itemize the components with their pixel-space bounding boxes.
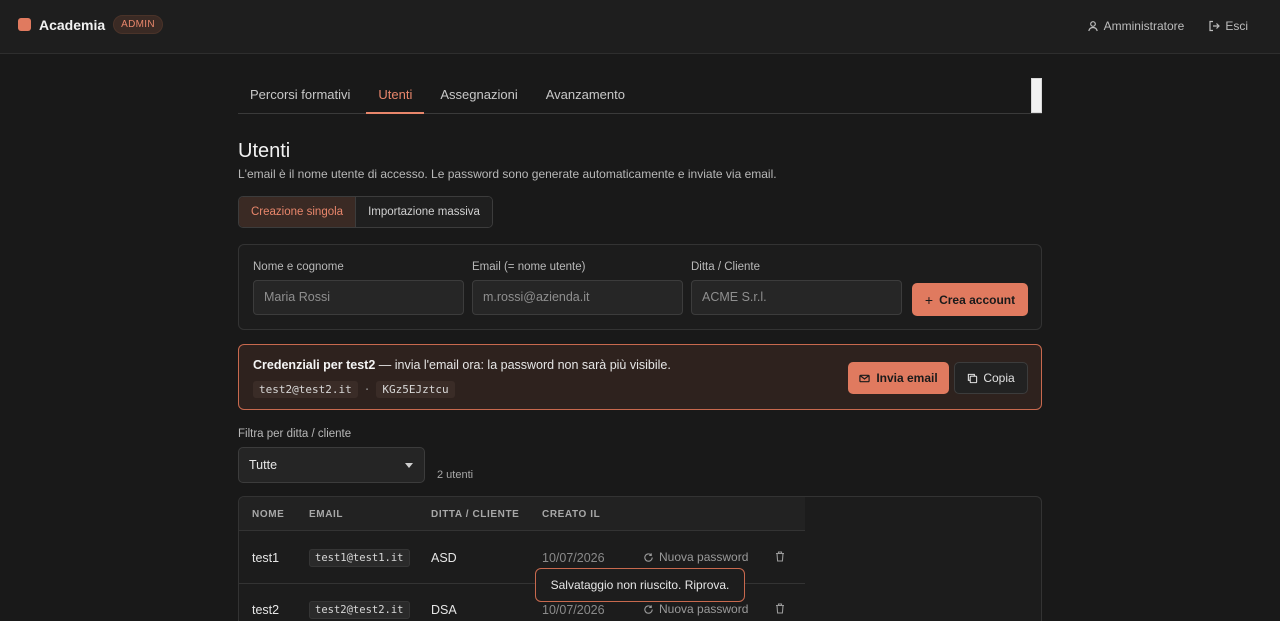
top-bar: Academia ADMIN Amministratore Esci — [0, 0, 1280, 54]
page-title: Utenti — [238, 140, 291, 162]
credentials-banner: Credenziali per test2 — invia l'email or… — [238, 344, 1042, 410]
email-label: Email (= nome utente) — [472, 261, 586, 273]
delete-user-button[interactable] — [775, 551, 785, 565]
brand-name: Academia — [39, 16, 106, 33]
reset-password-button[interactable]: Nuova password — [643, 602, 748, 616]
column-header-name: NOME — [252, 509, 285, 520]
company-input[interactable]: ACME S.r.l. — [691, 280, 902, 315]
company-field-group: Ditta / Cliente ACME S.r.l. — [691, 261, 902, 315]
trash-icon — [776, 551, 784, 562]
logout-icon — [1209, 20, 1221, 32]
user-name: test1 — [252, 551, 280, 565]
user-company: DSA — [431, 603, 457, 617]
section-tabs: Percorsi formativi Utenti Assegnazioni A… — [238, 77, 1042, 114]
credentials-message: Credenziali per test2 — invia l'email or… — [253, 358, 671, 372]
credentials-values: test2@test2.it · KGz5EJztcu — [253, 381, 455, 398]
credentials-separator: · — [363, 383, 371, 396]
create-account-label: Crea account — [939, 292, 1016, 307]
mail-icon — [859, 374, 870, 382]
tab-assegnazioni[interactable]: Assegnazioni — [428, 77, 529, 114]
email-field-group: Email (= nome utente) m.rossi@azienda.it — [472, 261, 683, 315]
plus-icon: + — [924, 291, 934, 308]
reset-password-label: Nuova password — [659, 602, 749, 616]
error-toast: Salvataggio non riuscito. Riprova. — [535, 568, 745, 602]
user-email-pill: test2@test2.it — [309, 601, 410, 619]
user-name: test2 — [252, 603, 280, 617]
mode-single-button[interactable]: Creazione singola — [239, 197, 357, 227]
name-input[interactable]: Maria Rossi — [253, 280, 464, 315]
table-header: NOME EMAIL DITTA / CLIENTE CREATO IL — [239, 497, 805, 531]
copy-label: Copia — [983, 371, 1015, 385]
user-created: 10/07/2026 — [542, 551, 605, 565]
company-filter-select[interactable]: Tutte — [238, 447, 425, 483]
delete-user-button[interactable] — [775, 603, 785, 617]
tab-avanzamento[interactable]: Avanzamento — [534, 77, 637, 114]
email-input[interactable]: m.rossi@azienda.it — [472, 280, 683, 315]
admin-badge: ADMIN — [113, 15, 163, 34]
credentials-email: test2@test2.it — [253, 381, 358, 398]
company-filter-value: Tutte — [249, 458, 278, 472]
logout-label: Esci — [1225, 19, 1248, 33]
credentials-title: Credenziali per test2 — [253, 358, 376, 372]
copy-button[interactable]: Copia — [954, 362, 1028, 394]
send-email-label: Invia email — [876, 371, 938, 385]
mode-toggle: Creazione singola Importazione massiva — [238, 196, 493, 228]
filter-label: Filtra per ditta / cliente — [238, 428, 352, 440]
brand[interactable]: Academia ADMIN — [18, 15, 163, 34]
brand-logo-icon — [18, 18, 31, 31]
account-label: Amministratore — [1103, 19, 1185, 33]
page-subtitle: L'email è il nome utente di accesso. Le … — [238, 167, 777, 181]
tab-percorsi-formativi[interactable]: Percorsi formativi — [238, 77, 362, 114]
credentials-note: — invia l'email ora: la password non sar… — [375, 358, 671, 372]
reset-password-label: Nuova password — [659, 550, 749, 564]
account-link[interactable]: Amministratore — [1087, 19, 1185, 33]
trash-icon — [776, 603, 784, 614]
scrollbar-handle[interactable] — [1031, 78, 1042, 113]
company-label: Ditta / Cliente — [691, 261, 761, 273]
users-table: NOME EMAIL DITTA / CLIENTE CREATO IL tes… — [238, 496, 1042, 621]
user-menu: Amministratore Esci — [1063, 19, 1248, 33]
column-header-company: DITTA / CLIENTE — [431, 509, 520, 520]
user-email-pill: test1@test1.it — [309, 549, 410, 567]
refresh-icon — [644, 552, 653, 562]
create-user-form: Nome e cognome Maria Rossi Email (= nome… — [238, 244, 1042, 330]
create-account-button[interactable]: + Crea account — [912, 283, 1028, 316]
user-icon — [1087, 21, 1098, 32]
user-count: 2 utenti — [437, 469, 474, 481]
user-company: ASD — [431, 551, 457, 565]
column-header-email: EMAIL — [309, 509, 344, 520]
refresh-icon — [644, 604, 653, 614]
user-email: test2@test2.it — [309, 601, 410, 619]
logout-link[interactable]: Esci — [1208, 19, 1248, 33]
reset-password-button[interactable]: Nuova password — [643, 550, 748, 564]
user-created: 10/07/2026 — [542, 603, 605, 617]
tab-utenti[interactable]: Utenti — [366, 77, 425, 114]
name-label: Nome e cognome — [253, 261, 344, 273]
send-email-button[interactable]: Invia email — [848, 362, 949, 394]
mode-bulk-button[interactable]: Importazione massiva — [356, 197, 492, 227]
chevron-down-icon — [405, 463, 413, 468]
credentials-password: KGz5EJztcu — [376, 381, 455, 398]
name-field-group: Nome e cognome Maria Rossi — [253, 261, 464, 315]
copy-icon — [968, 373, 978, 383]
user-email: test1@test1.it — [309, 549, 410, 567]
column-header-created: CREATO IL — [542, 509, 601, 520]
